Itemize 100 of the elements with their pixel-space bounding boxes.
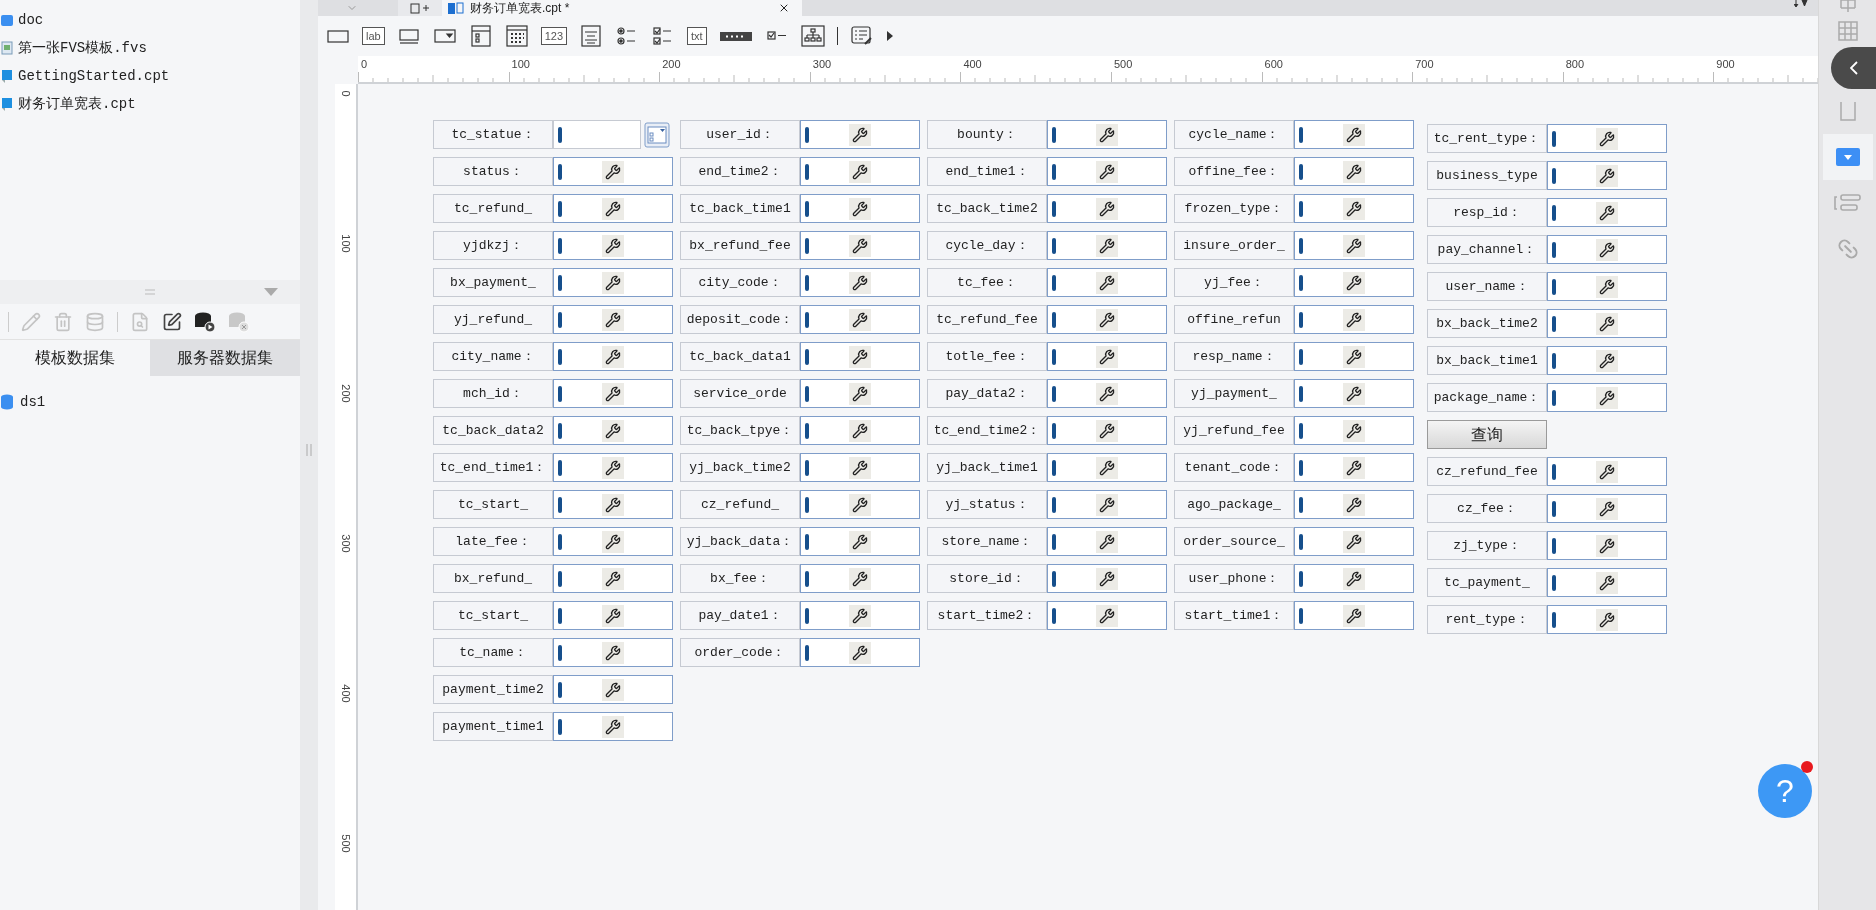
input-field[interactable] — [1547, 605, 1667, 634]
input-field[interactable] — [1294, 194, 1414, 223]
input-field[interactable] — [553, 527, 673, 556]
expand-arrow-icon[interactable] — [885, 30, 894, 42]
dataset-item[interactable]: ds1 — [20, 391, 46, 413]
input-field[interactable] — [1547, 235, 1667, 264]
input-field[interactable] — [1294, 305, 1414, 334]
database-play-icon[interactable] — [194, 310, 216, 333]
input-field[interactable] — [1294, 157, 1414, 186]
input-field[interactable] — [553, 564, 673, 593]
input-field[interactable] — [800, 527, 920, 556]
input-field[interactable] — [800, 157, 920, 186]
input-field[interactable] — [800, 231, 920, 260]
widget-tool-button[interactable]: txt — [687, 27, 707, 45]
input-field[interactable] — [1047, 490, 1167, 519]
input-field[interactable] — [800, 305, 920, 334]
input-field[interactable] — [1294, 120, 1414, 149]
input-field[interactable] — [1294, 527, 1414, 556]
input-field[interactable] — [1547, 457, 1667, 486]
dropdown-icon[interactable] — [1835, 148, 1860, 166]
input-field[interactable] — [553, 379, 673, 408]
input-field[interactable] — [800, 120, 920, 149]
input-field[interactable] — [1547, 309, 1667, 338]
input-field[interactable] — [1047, 120, 1167, 149]
input-field[interactable] — [1047, 268, 1167, 297]
input-field[interactable] — [800, 268, 920, 297]
input-field[interactable] — [553, 120, 641, 149]
input-field[interactable] — [1294, 564, 1414, 593]
tree-icon[interactable] — [800, 25, 825, 47]
input-field[interactable] — [1294, 231, 1414, 260]
input-field[interactable] — [1294, 379, 1414, 408]
input-field[interactable] — [553, 675, 673, 704]
widget-tool-button[interactable]: lab — [362, 27, 385, 45]
input-field[interactable] — [1047, 194, 1167, 223]
text-area-icon[interactable] — [579, 25, 604, 47]
input-field[interactable] — [1547, 124, 1667, 153]
input-field[interactable] — [1047, 157, 1167, 186]
input-field[interactable] — [553, 342, 673, 371]
input-field[interactable] — [800, 194, 920, 223]
input-field[interactable] — [1294, 268, 1414, 297]
file-item[interactable]: doc — [18, 9, 44, 31]
input-field[interactable] — [1547, 346, 1667, 375]
input-field[interactable] — [1547, 568, 1667, 597]
input-field[interactable] — [553, 453, 673, 482]
input-field[interactable] — [553, 601, 673, 630]
input-field[interactable] — [1547, 383, 1667, 412]
file-item[interactable]: 第一张FVS模板.fvs — [18, 37, 147, 59]
wrench-icon — [1596, 608, 1618, 631]
new-tab-icon[interactable] — [410, 2, 430, 14]
input-field[interactable] — [1047, 564, 1167, 593]
input-field[interactable] — [800, 490, 920, 519]
edit-window-icon[interactable] — [162, 311, 182, 332]
input-field[interactable] — [800, 342, 920, 371]
input-field[interactable] — [800, 638, 920, 667]
drag-handle-icon[interactable] — [145, 289, 155, 295]
input-field[interactable] — [800, 601, 920, 630]
field-label: yj_refund_fee — [1174, 416, 1294, 445]
input-field[interactable] — [1547, 494, 1667, 523]
input-field[interactable] — [1047, 342, 1167, 371]
input-field[interactable] — [1294, 416, 1414, 445]
input-field[interactable] — [1047, 305, 1167, 334]
input-field[interactable] — [553, 157, 673, 186]
input-field[interactable] — [1047, 379, 1167, 408]
collapse-button[interactable] — [1831, 47, 1876, 89]
query-button[interactable]: 查询 — [1427, 420, 1547, 449]
input-field[interactable] — [800, 453, 920, 482]
input-field[interactable] — [1547, 531, 1667, 560]
splitter-grip-icon[interactable] — [306, 444, 312, 456]
list-widget-icon[interactable] — [468, 25, 493, 47]
input-field[interactable] — [800, 564, 920, 593]
close-icon[interactable] — [778, 2, 790, 14]
input-field[interactable] — [553, 638, 673, 667]
input-field[interactable] — [553, 305, 673, 334]
input-field[interactable] — [800, 416, 920, 445]
widget-tool-button[interactable]: 123 — [540, 27, 568, 45]
input-field[interactable] — [1547, 272, 1667, 301]
input-field[interactable] — [1047, 453, 1167, 482]
input-field[interactable] — [1047, 527, 1167, 556]
file-item[interactable]: GettingStarted.cpt — [18, 65, 170, 87]
report-edit-icon[interactable] — [849, 25, 874, 47]
input-field[interactable] — [553, 416, 673, 445]
input-field[interactable] — [1547, 161, 1667, 190]
input-field[interactable] — [1294, 453, 1414, 482]
input-field[interactable] — [1047, 231, 1167, 260]
input-field[interactable] — [553, 231, 673, 260]
input-field[interactable] — [1294, 601, 1414, 630]
calendar-icon[interactable] — [504, 25, 529, 47]
file-item[interactable]: 财务订单宽表.cpt — [18, 93, 136, 115]
input-field[interactable] — [1294, 490, 1414, 519]
dataset-tab[interactable]: 服务器数据集 — [150, 340, 300, 376]
input-field[interactable] — [553, 490, 673, 519]
input-field[interactable] — [1047, 601, 1167, 630]
input-field[interactable] — [553, 268, 673, 297]
input-field[interactable] — [800, 379, 920, 408]
input-field[interactable] — [553, 194, 673, 223]
input-field[interactable] — [1547, 198, 1667, 227]
input-field[interactable] — [553, 712, 673, 741]
input-field[interactable] — [1047, 416, 1167, 445]
input-field[interactable] — [1294, 342, 1414, 371]
sort-icon[interactable] — [1794, 0, 1808, 8]
